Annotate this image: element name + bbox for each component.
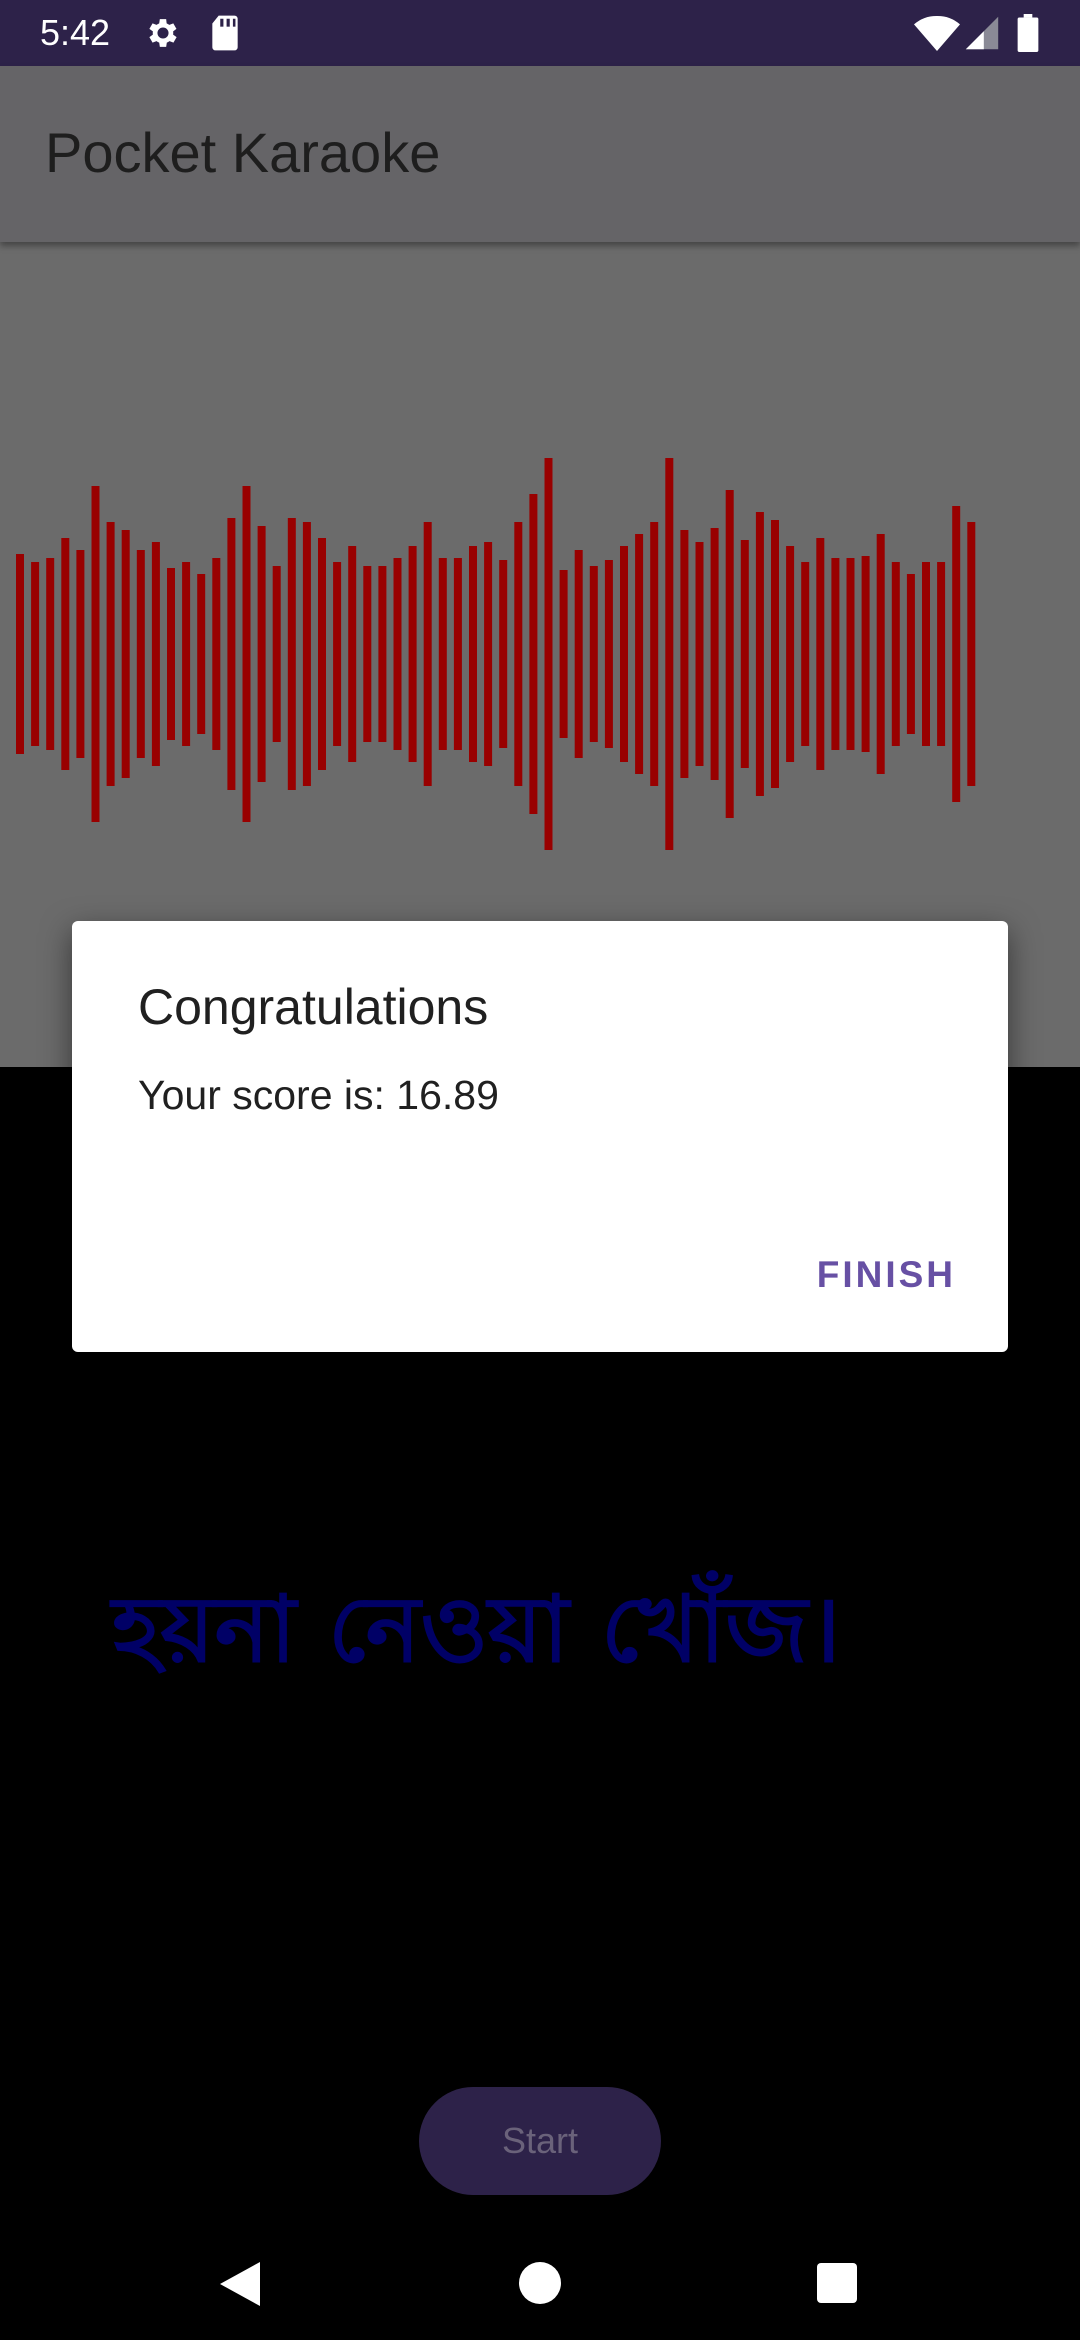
finish-button[interactable]: FINISH xyxy=(817,1251,956,1299)
visualizer-bar xyxy=(363,566,372,742)
visualizer-bar xyxy=(499,560,508,748)
dialog-title: Congratulations xyxy=(138,979,489,1035)
visualizer-bar xyxy=(635,534,644,774)
visualizer-bar xyxy=(333,562,342,746)
visualizer-bar xyxy=(755,512,764,796)
visualizer-bar xyxy=(393,558,402,750)
visualizer-bar xyxy=(876,534,885,774)
app-title: Pocket Karaoke xyxy=(45,121,441,184)
visualizer-bar xyxy=(952,506,961,802)
visualizer-bar xyxy=(937,562,946,746)
cellular-signal-icon xyxy=(964,14,1000,57)
visualizer-bar xyxy=(378,566,387,742)
visualizer-bar xyxy=(91,486,100,822)
visualizer-bar xyxy=(816,538,825,770)
visualizer-bar xyxy=(891,562,900,746)
status-time: 5:42 xyxy=(40,12,111,53)
visualizer-bar xyxy=(710,528,719,780)
visualizer-bar xyxy=(151,542,160,766)
visualizer-bar xyxy=(771,520,779,788)
visualizer-bar xyxy=(257,526,266,782)
visualizer-bar xyxy=(786,546,795,762)
visualizer-bar xyxy=(725,490,734,818)
visualizer-bar xyxy=(302,522,311,786)
visualizer-bar xyxy=(76,550,85,758)
visualizer-bar xyxy=(197,574,206,734)
visualizer-bar xyxy=(559,570,568,738)
visualizer-bar xyxy=(514,522,523,786)
visualizer-bar xyxy=(136,550,145,758)
visualizer-bar xyxy=(167,568,175,740)
visualizer-bar xyxy=(604,560,613,748)
visualizer-bar xyxy=(438,558,447,750)
score-dialog: Congratulations Your score is: 16.89 FIN… xyxy=(72,921,1008,1352)
visualizer-bar xyxy=(484,542,493,766)
wifi-icon xyxy=(913,14,961,57)
back-icon[interactable] xyxy=(218,2260,262,2313)
visualizer-bar xyxy=(695,542,704,766)
visualizer-bar xyxy=(740,540,749,768)
visualizer-bar xyxy=(680,530,689,778)
visualizer-bar xyxy=(665,458,674,850)
visualizer-bar xyxy=(272,566,281,742)
visualizer-bar xyxy=(574,550,583,758)
visualizer-bar xyxy=(106,522,115,786)
visualizer-bar xyxy=(529,494,538,814)
visualizer-bar xyxy=(831,558,840,750)
visualizer-bar xyxy=(242,486,251,822)
score-message: Your score is: 16.89 xyxy=(138,1072,499,1118)
visualizer-bar xyxy=(453,558,462,750)
visualizer-bar xyxy=(408,546,417,762)
visualizer-bar xyxy=(544,458,553,850)
start-button[interactable]: Start xyxy=(419,2087,661,2195)
home-icon[interactable] xyxy=(519,2262,561,2309)
visualizer-bar xyxy=(348,546,357,762)
visualizer-bar xyxy=(287,518,296,790)
sd-card-icon xyxy=(208,14,242,57)
visualizer-bar xyxy=(650,522,659,786)
visualizer-bar xyxy=(801,562,810,746)
visualizer-bar xyxy=(182,562,191,746)
visualizer-bar xyxy=(227,518,236,790)
gear-icon xyxy=(144,14,182,57)
visualizer-bar xyxy=(906,574,915,734)
visualizer-bar xyxy=(318,538,326,770)
visualizer-bar xyxy=(212,558,221,750)
visualizer-bar xyxy=(46,558,55,750)
battery-icon xyxy=(1017,14,1039,57)
visualizer-bar xyxy=(469,546,477,762)
recents-icon[interactable] xyxy=(817,2263,857,2308)
visualizer-bar xyxy=(967,522,976,786)
visualizer-bar xyxy=(423,522,432,786)
nav-bar xyxy=(0,2220,1080,2340)
visualizer-bar xyxy=(922,562,930,746)
visualizer-bar xyxy=(121,530,130,778)
visualizer-bar xyxy=(589,566,598,742)
app-bar: Pocket Karaoke xyxy=(0,66,1080,242)
visualizer-bar xyxy=(61,538,70,770)
lyrics-line: হয়না নেওয়া খোঁজ। xyxy=(112,1576,841,1683)
visualizer-bar xyxy=(846,558,855,750)
visualizer-bar xyxy=(620,546,628,762)
status-bar: 5:42 xyxy=(0,0,1080,66)
visualizer-bar xyxy=(31,562,40,746)
visualizer-bar xyxy=(861,556,870,752)
visualizer-bar xyxy=(16,554,24,754)
